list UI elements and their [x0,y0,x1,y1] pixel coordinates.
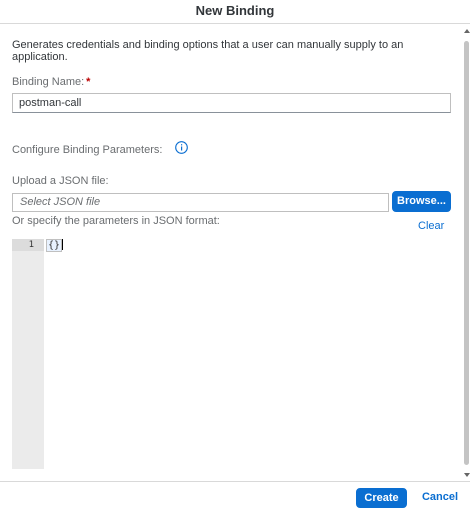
configure-parameters-label: Configure Binding Parameters: [12,144,163,156]
scroll-down-arrow-icon[interactable] [464,473,470,477]
editor-gutter: 1 [12,239,44,469]
binding-name-label-text: Binding Name: [12,76,85,88]
description-text: Generates credentials and binding option… [12,39,404,63]
specify-json-label: Or specify the parameters in JSON format… [12,215,220,227]
binding-name-input[interactable] [12,93,451,113]
browse-button[interactable]: Browse... [392,191,451,212]
dialog-footer: Create Cancel [0,481,470,512]
line-number: 1 [28,240,34,250]
upload-json-label: Upload a JSON file: [12,175,109,187]
create-button[interactable]: Create [356,488,407,508]
dialog-title: New Binding [195,3,275,18]
json-editor[interactable]: 1 {} [12,238,461,469]
clear-link[interactable]: Clear [418,220,444,232]
dialog-scrollbar[interactable] [463,25,470,481]
dialog-header: New Binding [0,0,470,24]
info-icon[interactable] [175,141,188,154]
dialog-content: Generates credentials and binding option… [0,25,462,481]
code-content: {} [46,238,63,252]
required-marker: * [86,76,91,88]
scroll-thumb[interactable] [464,41,469,465]
json-file-input[interactable]: Select JSON file [12,193,389,212]
scroll-up-arrow-icon[interactable] [464,29,470,33]
text-cursor [62,239,64,250]
binding-name-label: Binding Name: * [12,76,90,88]
code-line[interactable]: {} [46,238,64,252]
cancel-button[interactable]: Cancel [418,488,462,508]
new-binding-dialog: New Binding Generates credentials and bi… [0,0,470,512]
